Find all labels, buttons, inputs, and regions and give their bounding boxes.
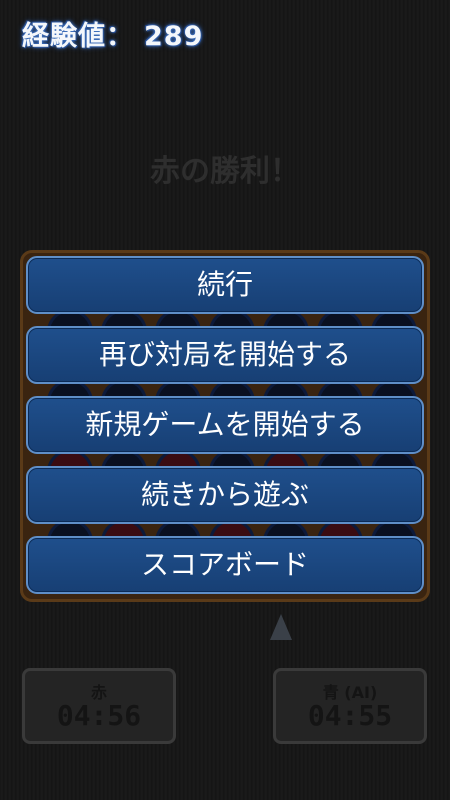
triangle-up-icon bbox=[270, 614, 292, 640]
result-message: 赤の勝利！ bbox=[150, 154, 300, 189]
blue-player-time: 04:55 bbox=[307, 699, 393, 732]
pause-menu: 続行 再び対局を開始する 新規ゲームを開始する 続きから遊ぶ スコアボード bbox=[26, 256, 424, 606]
new-game-button[interactable]: 新規ゲームを開始する bbox=[26, 396, 424, 454]
experience-value: 289 bbox=[144, 21, 204, 52]
red-player-name: 赤 bbox=[90, 683, 107, 702]
restart-match-button[interactable]: 再び対局を開始する bbox=[26, 326, 424, 384]
experience-label: 経験値： bbox=[22, 21, 134, 52]
game-screen: 経験値： 289 赤の勝利！ 続行 再び対局を開始する 新規ゲームを開始する 続… bbox=[0, 0, 450, 800]
blue-player-name: 青 (AI) bbox=[322, 683, 378, 702]
scoreboard-button[interactable]: スコアボード bbox=[26, 536, 424, 594]
red-player-timer: 赤 04:56 bbox=[22, 668, 176, 744]
load-game-button[interactable]: 続きから遊ぶ bbox=[26, 466, 424, 524]
continue-button[interactable]: 続行 bbox=[26, 256, 424, 314]
blue-player-timer: 青 (AI) 04:55 bbox=[273, 668, 427, 744]
red-player-time: 04:56 bbox=[56, 699, 142, 732]
experience-display: 経験値： 289 bbox=[22, 14, 203, 53]
